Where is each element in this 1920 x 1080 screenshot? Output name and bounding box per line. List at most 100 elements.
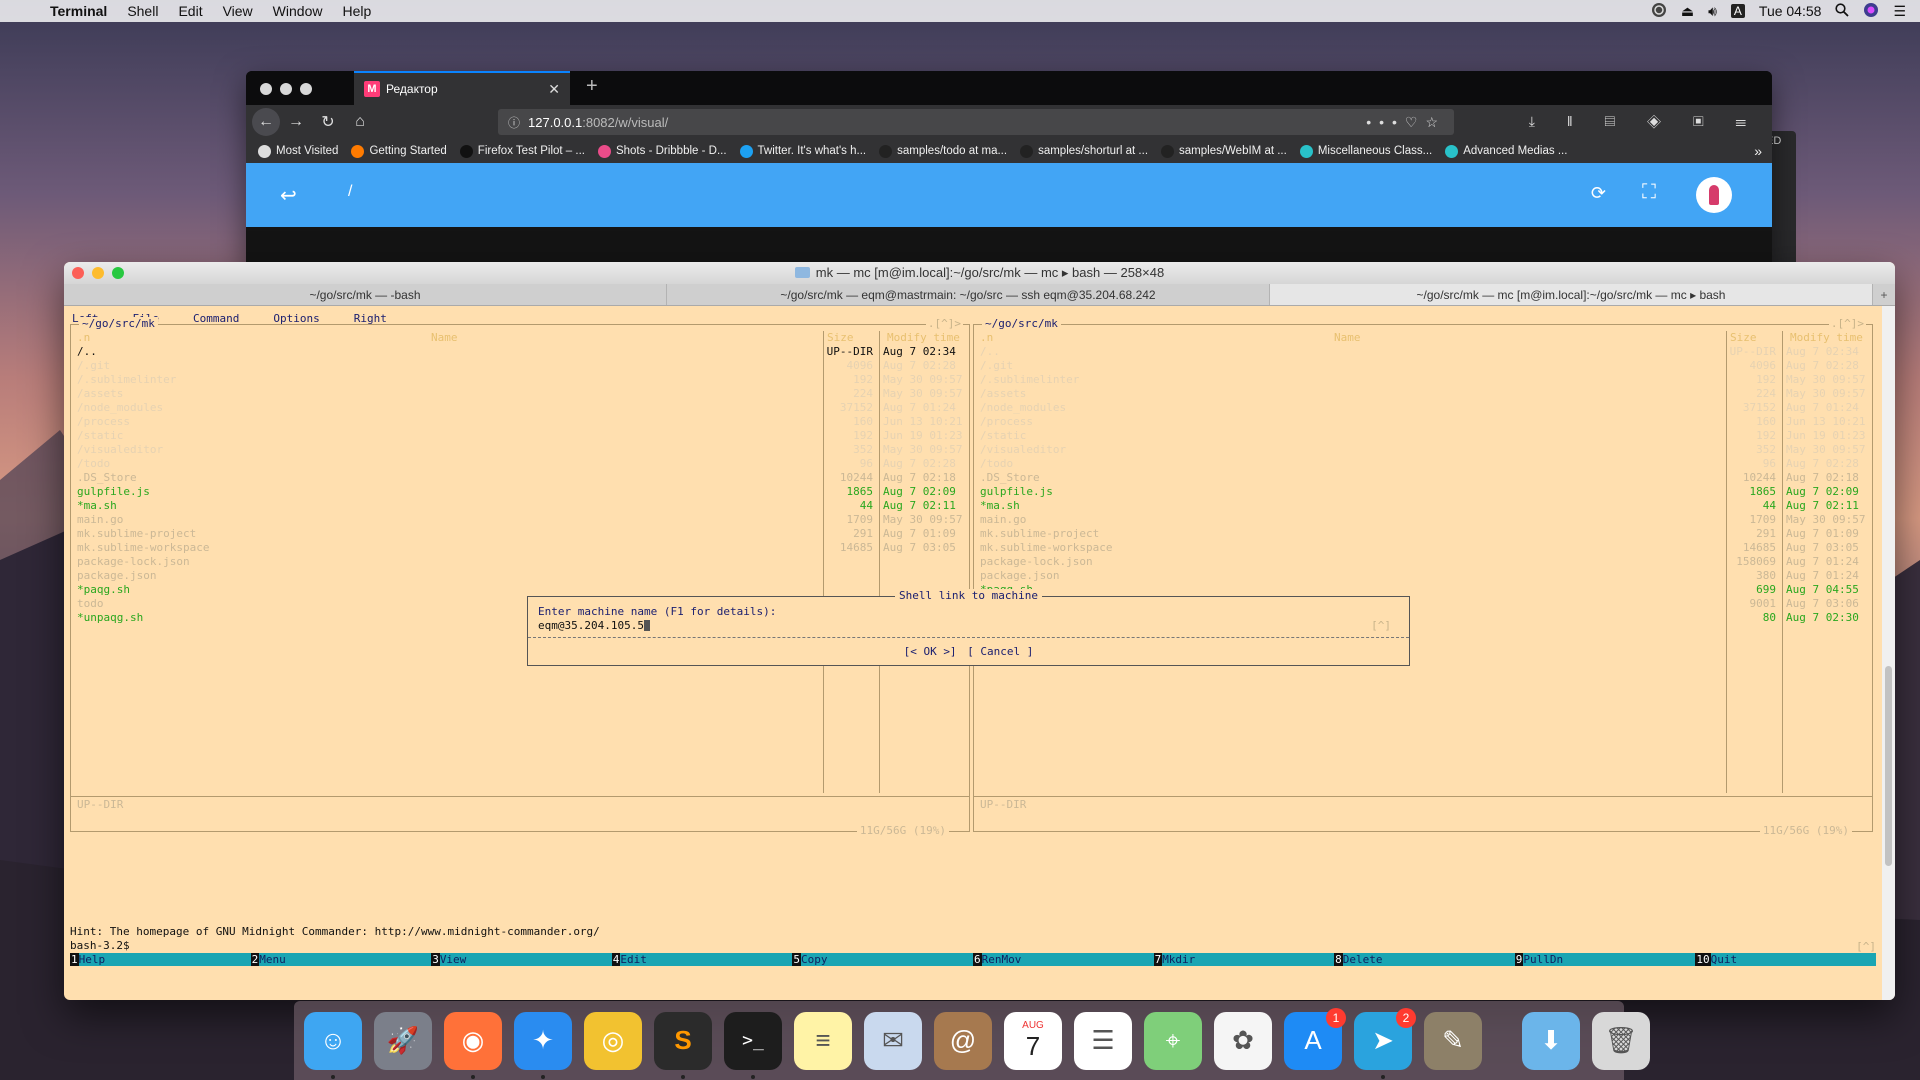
panel-corner-controls[interactable]: .[^]> <box>1828 317 1866 330</box>
sort-indicator[interactable]: .n <box>980 331 993 344</box>
file-row[interactable]: /.git 4096 Aug 7 02:28 <box>974 359 1872 373</box>
spotlight-search-icon[interactable] <box>1835 2 1850 20</box>
fkey-mkdir[interactable]: 7 Mkdir <box>1153 953 1335 966</box>
file-row[interactable]: *ma.sh 44 Aug 7 02:11 <box>974 499 1872 513</box>
fkey-edit[interactable]: 4 Edit <box>611 953 793 966</box>
file-row[interactable]: gulpfile.js 1865 Aug 7 02:09 <box>71 485 969 499</box>
file-row[interactable]: package-lock.json 158069 Aug 7 01:24 <box>974 555 1872 569</box>
panel-corner-controls[interactable]: .[^]> <box>925 317 963 330</box>
file-row[interactable]: /.. UP--DIR Aug 7 02:34 <box>974 345 1872 359</box>
contacts-icon[interactable]: @ <box>934 1011 992 1070</box>
menu-app-name[interactable]: Terminal <box>40 3 117 19</box>
file-row[interactable]: gulpfile.js 1865 Aug 7 02:09 <box>974 485 1872 499</box>
terminal-icon[interactable]: >_ <box>724 1011 782 1079</box>
file-row[interactable]: main.go 1709 May 30 09:57 <box>974 513 1872 527</box>
file-row[interactable]: package.json <box>71 569 969 583</box>
eject-icon[interactable]: ⏏ <box>1681 3 1694 20</box>
notes-icon[interactable]: ≡ <box>794 1011 852 1070</box>
firefox-icon[interactable]: ◉ <box>444 1011 502 1079</box>
close-window-button[interactable] <box>72 267 84 279</box>
page-actions-icons[interactable]: •••♡☆ <box>1366 114 1446 131</box>
trash-icon[interactable]: 🗑 <box>1592 1011 1650 1070</box>
mc-right-panel[interactable]: ~/go/src/mk .[^]> .n Name Size Modify ti… <box>973 317 1873 837</box>
user-avatar[interactable] <box>1696 177 1732 213</box>
bookmark-item[interactable]: Miscellaneous Class... <box>1299 144 1432 158</box>
app-store-icon[interactable]: A1 <box>1284 1007 1346 1070</box>
bookmark-item[interactable]: Shots - Dribbble - D... <box>597 144 727 158</box>
column-header-name[interactable]: Name <box>431 331 458 344</box>
file-row[interactable]: package-lock.json <box>71 555 969 569</box>
reload-icon[interactable]: ↻ <box>312 112 344 132</box>
column-header-name[interactable]: Name <box>1334 331 1361 344</box>
file-row[interactable]: /process 160 Jun 13 10:21 <box>71 415 969 429</box>
bookmark-item[interactable]: Firefox Test Pilot – ... <box>459 144 585 158</box>
fkey-help[interactable]: 1 Help <box>70 953 251 966</box>
reminders-icon[interactable]: ☰ <box>1074 1011 1132 1070</box>
fkey-renmov[interactable]: 6 RenMov <box>972 953 1154 966</box>
bookmark-item[interactable]: samples/WebIM at ... <box>1161 144 1287 158</box>
terminal-tab-2[interactable]: ~/go/src/mk — eqm@mastrmain: ~/go/src — … <box>667 284 1270 305</box>
browser-tab-active[interactable]: M Редактор ✕ <box>354 71 570 105</box>
menu-window[interactable]: Window <box>263 3 333 19</box>
fkey-copy[interactable]: 5 Copy <box>792 953 973 966</box>
finder-icon[interactable]: ☺ <box>304 1011 362 1079</box>
scrollbar-thumb[interactable] <box>1885 666 1892 866</box>
maps-icon[interactable]: ⌖ <box>1144 1011 1202 1070</box>
zoom-window-button[interactable] <box>300 83 312 95</box>
bookmark-item[interactable]: Getting Started <box>351 144 447 158</box>
history-button[interactable]: [^] <box>1371 619 1391 632</box>
menu-help[interactable]: Help <box>332 3 381 19</box>
tab-close-icon[interactable]: ✕ <box>548 81 560 98</box>
gimp-icon[interactable]: ✎ <box>1424 1011 1482 1070</box>
menu-shell[interactable]: Shell <box>117 3 168 19</box>
fkey-menu[interactable]: 2 Menu <box>250 953 432 966</box>
bookmark-item[interactable]: samples/shorturl at ... <box>1020 144 1148 158</box>
file-row[interactable]: /.sublimelinter 192 May 30 09:57 <box>974 373 1872 387</box>
machine-name-input[interactable]: eqm@35.204.105.5 <box>538 619 1388 632</box>
file-row[interactable]: /.. UP--DIR Aug 7 02:34 <box>71 345 969 359</box>
fullscreen-icon[interactable]: ⛶ <box>1642 181 1656 204</box>
mail-stamp-icon[interactable]: ✉ <box>864 1011 922 1070</box>
file-row[interactable]: /static 192 Jun 19 01:23 <box>974 429 1872 443</box>
file-row[interactable]: *ma.sh 44 Aug 7 02:11 <box>71 499 969 513</box>
shell-prompt[interactable]: bash-3.2$ <box>70 939 130 952</box>
ok-button[interactable]: [< OK >] <box>904 645 957 658</box>
column-header-modify-time[interactable]: Modify time <box>887 331 960 344</box>
file-row[interactable]: /todo 96 Aug 7 02:28 <box>71 457 969 471</box>
fkey-pulldn[interactable]: 9 PullDn <box>1514 953 1696 966</box>
terminal-scrollbar[interactable] <box>1882 306 1895 1000</box>
fkey-delete[interactable]: 8 Delete <box>1334 953 1515 966</box>
sort-indicator[interactable]: .n <box>77 331 90 344</box>
toolbar-right-icons[interactable]: ⤓ ǁ ▤ ◈ ▣ ☰ <box>1529 113 1760 130</box>
notification-center-icon[interactable]: ☰ <box>1893 3 1906 20</box>
file-row[interactable]: mk.sublime-workspace 14685 Aug 7 03:05 <box>71 541 969 555</box>
telegram-icon[interactable]: ➤ 2 <box>1354 1007 1416 1079</box>
file-row[interactable]: /todo 96 Aug 7 02:28 <box>974 457 1872 471</box>
file-row[interactable]: .DS_Store 10244 Aug 7 02:18 <box>974 471 1872 485</box>
bookmark-item[interactable]: Twitter. It's what's h... <box>739 144 866 158</box>
safari-icon[interactable]: ✦ <box>514 1011 572 1079</box>
bookmark-item[interactable]: Most Visited <box>258 144 338 158</box>
file-row[interactable]: /visualeditor 352 May 30 09:57 <box>71 443 969 457</box>
file-row[interactable]: /.sublimelinter 192 May 30 09:57 <box>71 373 969 387</box>
file-row[interactable]: main.go 1709 May 30 09:57 <box>71 513 969 527</box>
file-row[interactable]: mk.sublime-project 291 Aug 7 01:09 <box>71 527 969 541</box>
photos-icon[interactable]: ✿ <box>1214 1011 1272 1070</box>
downloads-folder-icon[interactable]: ⬇ <box>1522 1011 1580 1070</box>
zoom-window-button[interactable] <box>112 267 124 279</box>
file-row[interactable]: /static 192 Jun 19 01:23 <box>71 429 969 443</box>
siri-icon[interactable] <box>1863 2 1879 21</box>
terminal-tab-1[interactable]: ~/go/src/mk — -bash <box>64 284 667 305</box>
file-row[interactable]: mk.sublime-workspace 14685 Aug 7 03:05 <box>974 541 1872 555</box>
new-terminal-tab-plus-icon[interactable]: + <box>1873 284 1895 305</box>
home-icon[interactable]: ⌂ <box>344 113 376 131</box>
file-row[interactable]: /node_modules 37152 Aug 7 01:24 <box>71 401 969 415</box>
reply-back-icon[interactable]: ↩ <box>280 183 297 208</box>
column-header-size[interactable]: Size <box>1730 331 1757 344</box>
minimize-window-button[interactable] <box>280 83 292 95</box>
cancel-button[interactable]: [ Cancel ] <box>967 645 1033 658</box>
file-row[interactable]: /assets 224 May 30 09:57 <box>71 387 969 401</box>
file-row[interactable]: .DS_Store 10244 Aug 7 02:18 <box>71 471 969 485</box>
file-row[interactable]: mk.sublime-project 291 Aug 7 01:09 <box>974 527 1872 541</box>
calendar-icon[interactable]: AUG 7 <box>1004 1011 1062 1070</box>
